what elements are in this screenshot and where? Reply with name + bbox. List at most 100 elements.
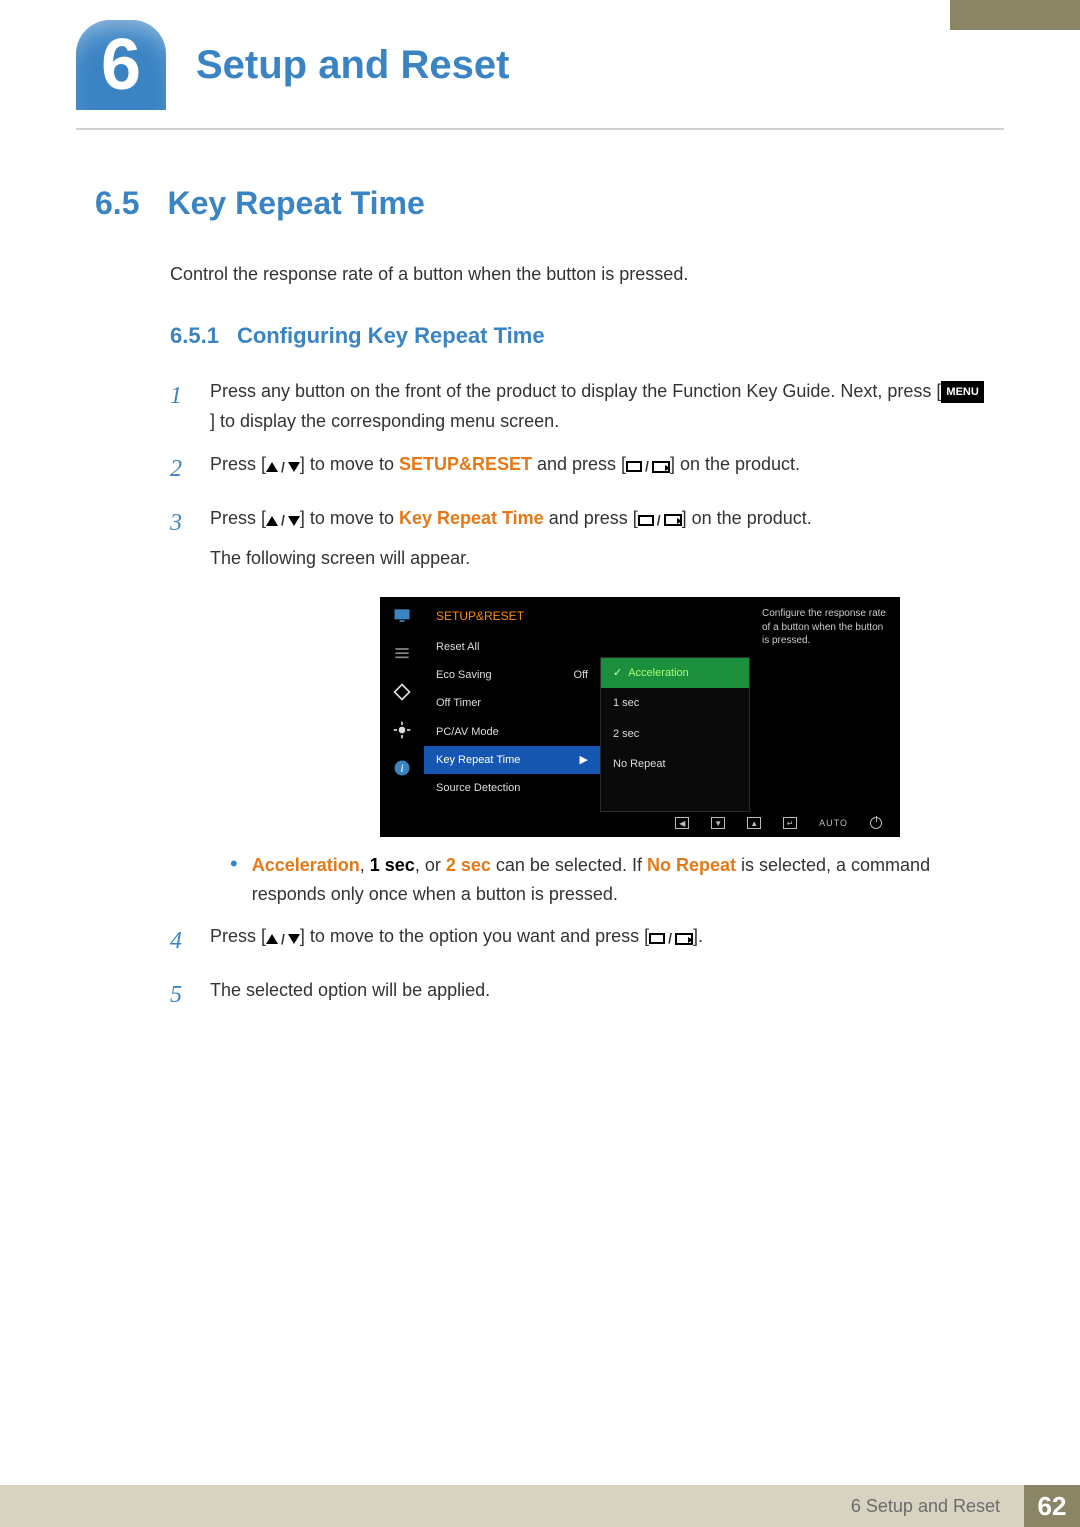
enter-key-icon: / xyxy=(638,509,682,532)
step-number: 4 xyxy=(170,922,192,962)
section-heading: 6.5 Key Repeat Time xyxy=(95,185,985,222)
osd-submenu-item-selected: Acceleration xyxy=(601,658,749,688)
osd-menu-item-selected: Key Repeat Time▶ xyxy=(424,746,600,774)
text: , or xyxy=(415,855,446,875)
step-1: 1 Press any button on the front of the p… xyxy=(170,377,985,436)
step-4: 4 Press [/] to move to the option you wa… xyxy=(170,922,985,962)
text: and press [ xyxy=(544,508,638,528)
header-rule xyxy=(76,128,1004,130)
emph: Acceleration xyxy=(252,855,360,875)
down-icon: ▼ xyxy=(711,817,725,829)
monitor-icon xyxy=(390,605,414,627)
subsection-heading: 6.5.1 Configuring Key Repeat Time xyxy=(170,323,985,349)
left-icon: ◀ xyxy=(675,817,689,829)
bullet-dot-icon: • xyxy=(230,851,238,909)
following-screen-text: The following screen will appear. xyxy=(210,544,985,574)
enter-key-icon: / xyxy=(626,455,670,478)
target-menu: SETUP&RESET xyxy=(399,454,532,474)
osd-help-text: Configure the response rate of a button … xyxy=(750,597,900,812)
text: and press [ xyxy=(532,454,626,474)
osd-menu-item: Reset All xyxy=(424,633,600,661)
menu-chip: MENU xyxy=(941,381,983,403)
osd-menu-list: SETUP&RESET Reset All Eco Saving Off Off … xyxy=(424,597,600,812)
step-number: 2 xyxy=(170,450,192,490)
section-number: 6.5 xyxy=(95,185,139,222)
label: Reset All xyxy=(436,638,479,656)
step-5: 5 The selected option will be applied. xyxy=(170,976,985,1016)
step-body: Press [/] to move to Key Repeat Time and… xyxy=(210,504,985,908)
osd-submenu-item: No Repeat xyxy=(601,749,749,779)
text: ] to move to xyxy=(300,454,399,474)
option-bullet: • Acceleration, 1 sec, or 2 sec can be s… xyxy=(230,851,985,909)
osd-submenu-item: 2 sec xyxy=(601,719,749,749)
osd-menu-item: PC/AV Mode xyxy=(424,718,600,746)
osd-menu-item: Off Timer xyxy=(424,689,600,717)
up-down-key-icon: / xyxy=(266,928,300,951)
up-down-key-icon: / xyxy=(266,509,300,532)
size-icon xyxy=(390,681,414,703)
step-2: 2 Press [/] to move to SETUP&RESET and p… xyxy=(170,450,985,490)
top-accent-band xyxy=(950,0,1080,30)
power-icon xyxy=(870,817,882,829)
step-body: Press any button on the front of the pro… xyxy=(210,377,985,436)
step-body: Press [/] to move to the option you want… xyxy=(210,922,985,962)
bullet-text: Acceleration, 1 sec, or 2 sec can be sel… xyxy=(252,851,985,909)
svg-text:i: i xyxy=(400,763,403,776)
target-menu: Key Repeat Time xyxy=(399,508,544,528)
info-icon: i xyxy=(390,757,414,779)
osd-submenu: Acceleration 1 sec 2 sec No Repeat xyxy=(600,657,750,812)
footer-chapter-label: 6 Setup and Reset xyxy=(851,1496,1000,1517)
text: ] to move to the option you want and pre… xyxy=(300,926,649,946)
label: PC/AV Mode xyxy=(436,723,499,741)
step-number: 5 xyxy=(170,976,192,1016)
list-icon xyxy=(390,643,414,665)
enter-key-icon: / xyxy=(649,927,693,950)
osd-screenshot: i SETUP&RESET Reset All Eco Saving Off Of… xyxy=(380,597,900,836)
procedure-steps: 1 Press any button on the front of the p… xyxy=(170,377,985,1016)
step-body: Press [/] to move to SETUP&RESET and pre… xyxy=(210,450,985,490)
text: Press [ xyxy=(210,926,266,946)
label: Source Detection xyxy=(436,779,520,797)
osd-footer-icons: ◀ ▼ ▲ ↵ AUTO xyxy=(380,812,900,837)
text: , xyxy=(360,855,370,875)
chapter-header: 6 Setup and Reset xyxy=(76,20,509,110)
gear-icon xyxy=(390,719,414,741)
emph: 1 sec xyxy=(370,855,415,875)
osd-menu-item: Source Detection xyxy=(424,774,600,802)
value: Off xyxy=(574,666,588,684)
subsection-number: 6.5.1 xyxy=(170,323,219,349)
chapter-number-badge: 6 xyxy=(76,20,166,110)
osd-panel: i SETUP&RESET Reset All Eco Saving Off Of… xyxy=(380,597,900,812)
text: Press [ xyxy=(210,508,266,528)
text: ] to display the corresponding menu scre… xyxy=(210,411,559,431)
section-title: Key Repeat Time xyxy=(167,185,424,222)
label: Key Repeat Time xyxy=(436,751,520,769)
subsection-title: Configuring Key Repeat Time xyxy=(237,323,545,349)
text: ] on the product. xyxy=(682,508,812,528)
text: Press [ xyxy=(210,454,266,474)
emph: No Repeat xyxy=(647,855,736,875)
label: Eco Saving xyxy=(436,666,492,684)
auto-label: AUTO xyxy=(819,816,848,831)
step-3: 3 Press [/] to move to Key Repeat Time a… xyxy=(170,504,985,908)
osd-menu-item: Eco Saving Off xyxy=(424,661,600,689)
osd-tab-icons: i xyxy=(380,597,424,812)
text: Press any button on the front of the pro… xyxy=(210,381,941,401)
up-down-key-icon: / xyxy=(266,456,300,479)
page-content: 6.5 Key Repeat Time Control the response… xyxy=(95,185,985,1030)
text: ] on the product. xyxy=(670,454,800,474)
step-number: 1 xyxy=(170,377,192,436)
enter-icon: ↵ xyxy=(783,817,797,829)
text: can be selected. If xyxy=(491,855,647,875)
section-intro: Control the response rate of a button wh… xyxy=(170,264,985,285)
chapter-title: Setup and Reset xyxy=(196,43,509,88)
emph: 2 sec xyxy=(446,855,491,875)
osd-menu-title: SETUP&RESET xyxy=(424,603,600,633)
osd-submenu-item: 1 sec xyxy=(601,688,749,718)
text: ]. xyxy=(693,926,703,946)
page-footer: 6 Setup and Reset 62 xyxy=(0,1485,1080,1527)
label: Off Timer xyxy=(436,694,481,712)
text: ] to move to xyxy=(300,508,399,528)
up-icon: ▲ xyxy=(747,817,761,829)
step-body: The selected option will be applied. xyxy=(210,976,985,1016)
